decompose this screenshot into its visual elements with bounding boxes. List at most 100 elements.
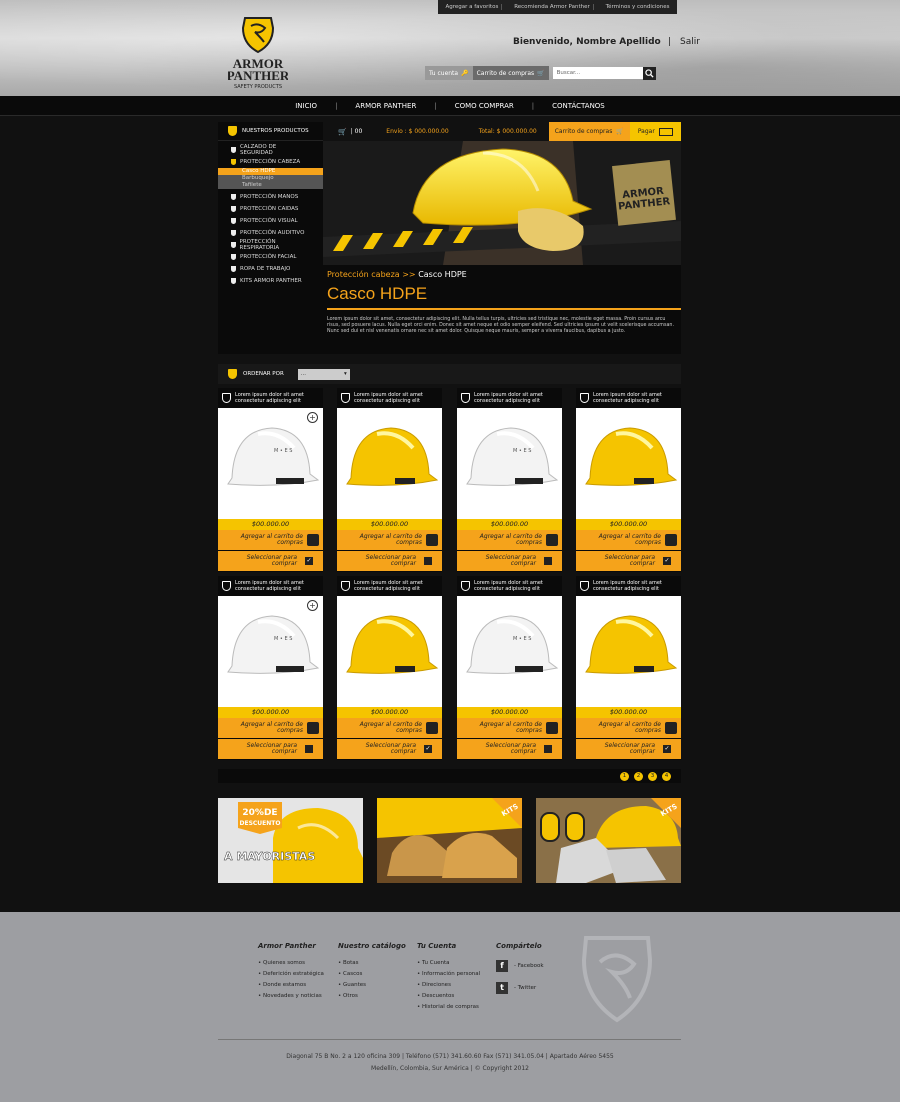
select-to-buy[interactable]: Seleccionar para comprar bbox=[457, 551, 562, 571]
product-image[interactable] bbox=[576, 408, 681, 519]
cart-header-button[interactable]: Carrito de compras 🛒 bbox=[472, 66, 549, 80]
sidebar-item-cabeza[interactable]: PROTECCIÓN CABEZA bbox=[218, 156, 323, 168]
footer-link[interactable]: • Deferición estratégica bbox=[258, 971, 324, 977]
add-to-cart-button[interactable]: Agregar al carrito de compras bbox=[337, 530, 442, 550]
product-image[interactable] bbox=[337, 408, 442, 519]
link-terminos[interactable]: Términos y condiciones bbox=[603, 4, 673, 10]
sidebar-subitem-tafilete[interactable]: Tafilete bbox=[218, 182, 323, 189]
footer-link[interactable]: • Tu Cuenta bbox=[417, 960, 480, 966]
sidebar-item-ropa[interactable]: ROPA DE TRABAJO bbox=[218, 263, 323, 275]
nav-armor-panther[interactable]: ARMOR PANTHER bbox=[337, 102, 434, 110]
sidebar-item-respiratoria[interactable]: PROTECCIÓN RESPIRATORIA bbox=[218, 239, 323, 251]
promo-kits-gear[interactable]: KITS bbox=[536, 798, 681, 883]
footer-link[interactable]: • Información personal bbox=[417, 971, 480, 977]
sidebar-subitem-barbuquejo[interactable]: Barbuquejo bbox=[218, 175, 323, 182]
footer-link[interactable]: • Quienes somos bbox=[258, 960, 324, 966]
product-image[interactable] bbox=[337, 596, 442, 707]
page-1[interactable]: 1 bbox=[620, 771, 629, 781]
product-image[interactable]: M • E S + bbox=[218, 408, 323, 519]
footer-link[interactable]: • Direciones bbox=[417, 982, 480, 988]
search-button[interactable] bbox=[642, 66, 656, 80]
order-select[interactable]: ... ▾ bbox=[297, 368, 350, 380]
select-to-buy[interactable]: Seleccionar para comprar ✓ bbox=[576, 739, 681, 759]
cart-button[interactable]: Carrito de compras 🛒 bbox=[548, 122, 630, 141]
nav-como-comprar[interactable]: COMO COMPRAR bbox=[437, 102, 532, 110]
zoom-icon[interactable]: + bbox=[307, 600, 318, 611]
title-divider bbox=[327, 308, 681, 310]
select-to-buy[interactable]: Seleccionar para comprar bbox=[218, 739, 323, 759]
checkbox[interactable] bbox=[424, 557, 432, 565]
sidebar-subitem-casco-hdpe[interactable]: Casco HDPE bbox=[218, 168, 323, 175]
breadcrumb-parent[interactable]: Protección cabeza >> bbox=[327, 270, 416, 279]
add-to-cart-button[interactable]: Agregar al carrito de compras bbox=[218, 718, 323, 738]
nav-inicio[interactable]: INICIO bbox=[277, 102, 335, 110]
product-title[interactable]: Lorem ipsum dolor sit amet consectetur a… bbox=[474, 580, 558, 592]
add-to-cart-button[interactable]: Agregar al carrito de compras bbox=[457, 718, 562, 738]
product-image[interactable]: M • E S bbox=[457, 596, 562, 707]
sidebar-item-facial[interactable]: PROTECCIÓN FACIAL bbox=[218, 251, 323, 263]
pay-button[interactable]: Pagar bbox=[629, 122, 681, 141]
footer-link[interactable]: • Guantes bbox=[338, 982, 406, 988]
helmet-icon bbox=[585, 427, 678, 486]
sidebar-item-caidas[interactable]: PROTECCIÓN CAIDAS bbox=[218, 203, 323, 215]
footer-link[interactable]: • Novedades y noticias bbox=[258, 993, 324, 999]
sidebar-item-calzado[interactable]: CALZADO DE SEGURIDAD bbox=[218, 144, 323, 156]
product-image[interactable]: M • E S bbox=[457, 408, 562, 519]
product-image[interactable]: M • E S + bbox=[218, 596, 323, 707]
select-to-buy[interactable]: Seleccionar para comprar ✓ bbox=[576, 551, 681, 571]
page-2[interactable]: 2 bbox=[634, 771, 643, 781]
select-to-buy[interactable]: Seleccionar para comprar ✓ bbox=[337, 739, 442, 759]
add-to-cart-button[interactable]: Agregar al carrito de compras bbox=[576, 530, 681, 550]
sidebar-item-manos[interactable]: PROTECCIÓN MANOS bbox=[218, 191, 323, 203]
product-title[interactable]: Lorem ipsum dolor sit amet consectetur a… bbox=[593, 580, 677, 592]
facebook-link[interactable]: f- Facebook bbox=[496, 960, 544, 972]
footer-link[interactable]: • Cascos bbox=[338, 971, 406, 977]
page-4[interactable]: 4 bbox=[662, 771, 671, 781]
sidebar-item-auditivo[interactable]: PROTECCIÓN AUDITIVO bbox=[218, 227, 323, 239]
checkbox[interactable]: ✓ bbox=[663, 557, 671, 565]
checkbox[interactable]: ✓ bbox=[305, 557, 313, 565]
select-to-buy[interactable]: Seleccionar para comprar ✓ bbox=[218, 551, 323, 571]
add-to-cart-button[interactable]: Agregar al carrito de compras bbox=[337, 718, 442, 738]
promo-kits-boots[interactable]: KITS bbox=[377, 798, 522, 883]
footer-link[interactable]: • Donde estamos bbox=[258, 982, 324, 988]
footer-address: Diagonal 75 B No. 2 a 120 oficina 309 | … bbox=[286, 1053, 614, 1060]
add-to-cart-button[interactable]: Agregar al carrito de compras bbox=[457, 530, 562, 550]
promo-mayoristas[interactable]: 20%DE DESCUENTO A MAYORISTAS bbox=[218, 798, 363, 883]
link-recomienda[interactable]: Recomienda Armor Panther bbox=[511, 4, 594, 10]
checkbox[interactable]: ✓ bbox=[424, 745, 432, 753]
checkbox[interactable] bbox=[544, 745, 552, 753]
footer-link[interactable]: • Botas bbox=[338, 960, 406, 966]
select-to-buy[interactable]: Seleccionar para comprar bbox=[337, 551, 442, 571]
add-to-cart-button[interactable]: Agregar al carrito de compras bbox=[576, 718, 681, 738]
search-input[interactable]: Buscar... bbox=[552, 67, 643, 79]
select-to-buy[interactable]: Seleccionar para comprar bbox=[457, 739, 562, 759]
footer-link[interactable]: • Historial de compras bbox=[417, 1004, 480, 1010]
sidebar-item-kits[interactable]: KITS ARMOR PANTHER bbox=[218, 275, 323, 287]
my-account-button[interactable]: Tu cuenta 🔑 bbox=[425, 66, 473, 80]
checkbox[interactable]: ✓ bbox=[663, 745, 671, 753]
sidebar-item-visual[interactable]: PROTECCIÓN VISUAL bbox=[218, 215, 323, 227]
twitter-link[interactable]: t- Twitter bbox=[496, 982, 544, 994]
cart-icon: 🛒 bbox=[616, 128, 624, 135]
product-title[interactable]: Lorem ipsum dolor sit amet consectetur a… bbox=[235, 580, 319, 592]
product-title[interactable]: Lorem ipsum dolor sit amet consectetur a… bbox=[354, 580, 438, 592]
product-title[interactable]: Lorem ipsum dolor sit amet consectetur a… bbox=[354, 392, 438, 404]
logout-link[interactable]: Salir bbox=[680, 37, 700, 47]
product-title[interactable]: Lorem ipsum dolor sit amet consectetur a… bbox=[474, 392, 558, 404]
add-to-cart-button[interactable]: Agregar al carrito de compras bbox=[218, 530, 323, 550]
page-3[interactable]: 3 bbox=[648, 771, 657, 781]
nav-contactanos[interactable]: CONTÁCTANOS bbox=[534, 102, 623, 110]
checkbox[interactable] bbox=[544, 557, 552, 565]
product-image[interactable] bbox=[576, 596, 681, 707]
footer-link[interactable]: • Descuentos bbox=[417, 993, 480, 999]
footer-link[interactable]: • Otros bbox=[338, 993, 406, 999]
product-title[interactable]: Lorem ipsum dolor sit amet consectetur a… bbox=[235, 392, 319, 404]
zoom-icon[interactable]: + bbox=[307, 412, 318, 423]
order-bar: ORDENAR POR ... ▾ bbox=[218, 364, 681, 384]
logo[interactable]: ARMOR PANTHER SAFETY PRODUCTS bbox=[227, 14, 290, 90]
link-favoritos[interactable]: Agregar a favoritos bbox=[442, 4, 503, 10]
checkbox[interactable] bbox=[305, 745, 313, 753]
svg-text:PANTHER: PANTHER bbox=[228, 68, 288, 83]
product-title[interactable]: Lorem ipsum dolor sit amet consectetur a… bbox=[593, 392, 677, 404]
